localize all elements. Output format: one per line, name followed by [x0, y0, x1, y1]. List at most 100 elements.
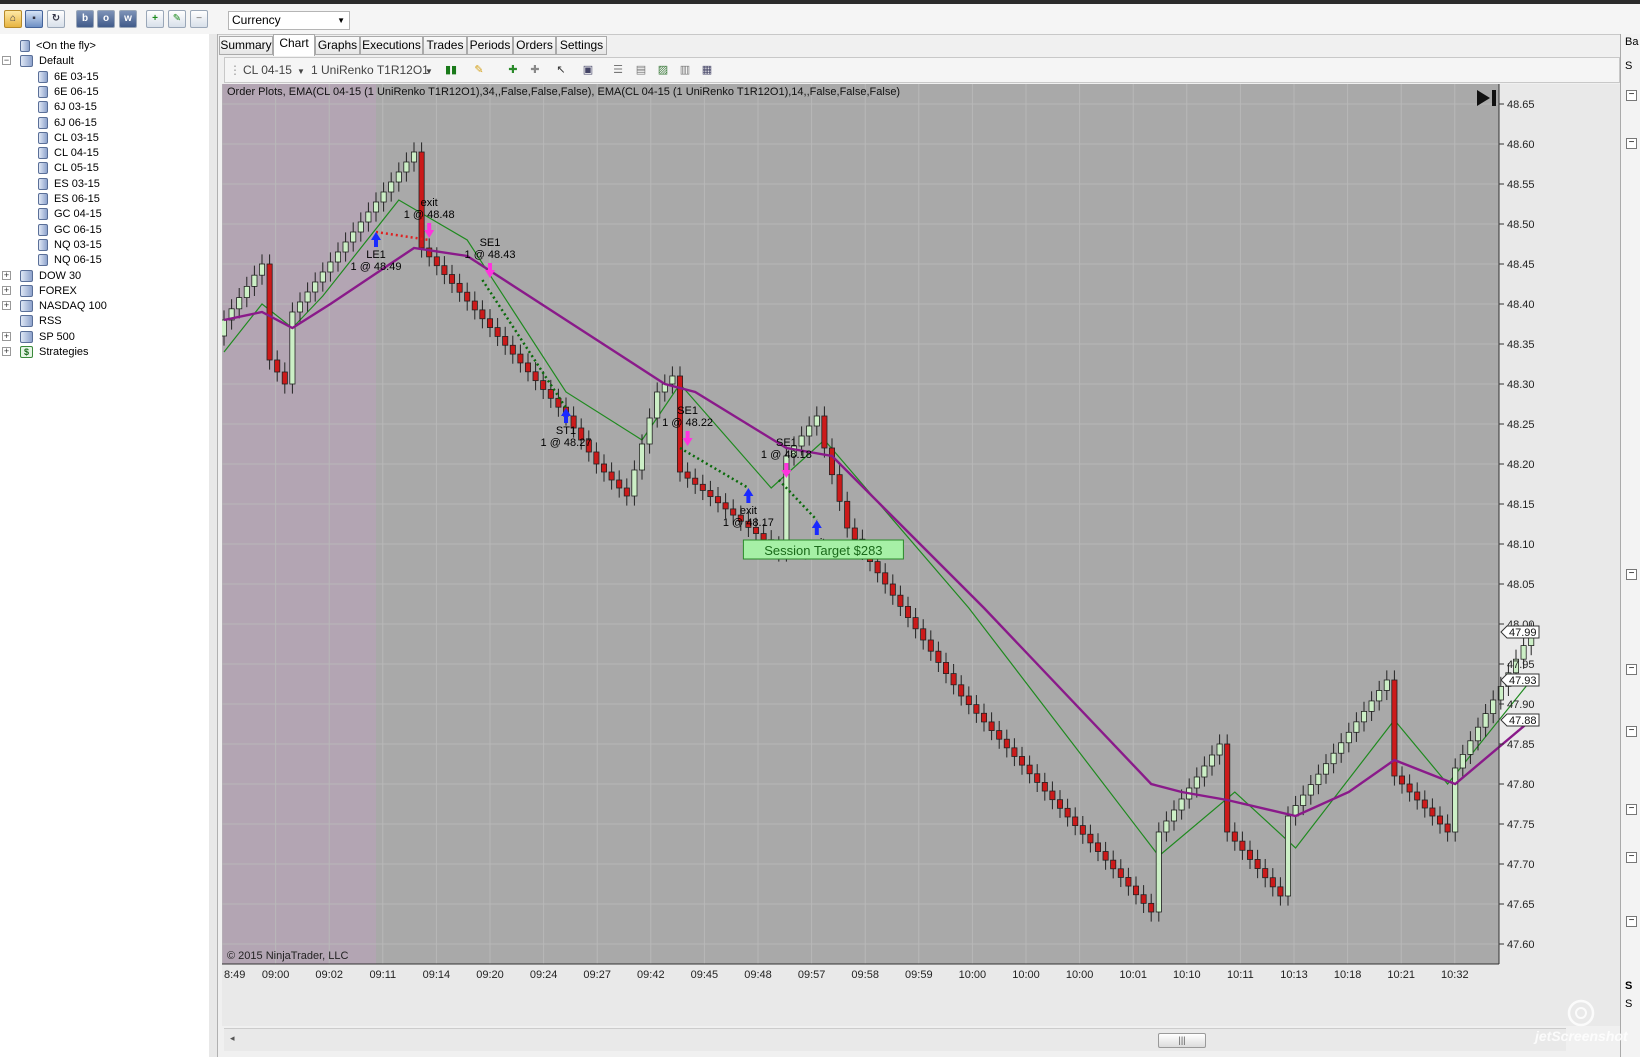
- candle-up[interactable]: [395, 171, 402, 183]
- candle-down[interactable]: [1095, 842, 1102, 852]
- candle-down[interactable]: [1087, 833, 1094, 844]
- candle-up[interactable]: [297, 301, 304, 313]
- candle-down[interactable]: [274, 359, 281, 373]
- candle-up[interactable]: [1155, 831, 1162, 913]
- candle-down[interactable]: [1239, 840, 1246, 851]
- tab-trades[interactable]: Trades: [423, 36, 467, 55]
- candle-down[interactable]: [1406, 783, 1413, 793]
- tree-item[interactable]: 6E 03-15: [38, 69, 99, 85]
- b-icon[interactable]: b: [76, 10, 94, 28]
- candle-up[interactable]: [1338, 742, 1345, 754]
- candle-up[interactable]: [1490, 699, 1497, 715]
- tab-periods[interactable]: Periods: [467, 36, 513, 55]
- candle-down[interactable]: [973, 704, 980, 714]
- candle-up[interactable]: [646, 417, 653, 445]
- candle-down[interactable]: [912, 617, 919, 630]
- pointer-icon[interactable]: ↖: [553, 63, 569, 78]
- candle-down[interactable]: [988, 721, 995, 731]
- candle-down[interactable]: [616, 479, 623, 489]
- candle-down[interactable]: [1003, 738, 1010, 749]
- candle-down[interactable]: [623, 487, 630, 497]
- candle-down[interactable]: [874, 561, 881, 574]
- tree-item[interactable]: + DOW 30: [2, 268, 81, 284]
- candle-down[interactable]: [760, 533, 767, 541]
- candle-up[interactable]: [388, 181, 395, 193]
- candle-down[interactable]: [684, 471, 691, 479]
- chart-style-icon[interactable]: ▮▮: [443, 63, 459, 78]
- candle-down[interactable]: [540, 380, 547, 390]
- candle-down[interactable]: [486, 318, 493, 328]
- candle-down[interactable]: [829, 447, 836, 476]
- data-box-icon[interactable]: ▣: [580, 63, 596, 78]
- candle-down[interactable]: [547, 389, 554, 399]
- candle-up[interactable]: [1383, 679, 1390, 691]
- currency-dropdown[interactable]: Currency ▼: [228, 11, 350, 30]
- candle-up[interactable]: [403, 161, 410, 173]
- jump-to-end-icon[interactable]: [1492, 90, 1496, 106]
- properties-icon[interactable]: ▤: [633, 63, 649, 78]
- candle-down[interactable]: [1125, 877, 1132, 887]
- candle-down[interactable]: [456, 282, 463, 293]
- indicators-icon[interactable]: ▨: [655, 63, 671, 78]
- candle-down[interactable]: [1262, 868, 1269, 879]
- candle-up[interactable]: [1163, 820, 1170, 833]
- collapse-icon[interactable]: −: [2, 56, 11, 66]
- candle-down[interactable]: [1269, 877, 1276, 888]
- expand-icon[interactable]: +: [2, 270, 11, 280]
- candle-up[interactable]: [813, 415, 820, 427]
- candle-up[interactable]: [1459, 754, 1466, 769]
- candle-down[interactable]: [1057, 799, 1064, 809]
- collapse-icon[interactable]: −: [1626, 804, 1637, 815]
- candle-down[interactable]: [730, 508, 737, 516]
- candle-down[interactable]: [509, 344, 516, 355]
- tree-item[interactable]: NQ 03-15: [38, 237, 102, 253]
- chevron-down-icon[interactable]: ▼: [425, 67, 433, 76]
- candle-up[interactable]: [1315, 773, 1322, 786]
- candle-up[interactable]: [1345, 731, 1352, 744]
- candle-down[interactable]: [692, 477, 699, 485]
- candle-up[interactable]: [1285, 815, 1292, 897]
- tree-item[interactable]: CL 03-15: [38, 130, 99, 146]
- candle-up[interactable]: [1482, 713, 1489, 728]
- candle-up[interactable]: [798, 435, 805, 447]
- strategies-icon[interactable]: ▥: [677, 63, 693, 78]
- candle-down[interactable]: [1049, 790, 1056, 801]
- candle-up[interactable]: [1178, 798, 1185, 811]
- candle-down[interactable]: [920, 628, 927, 641]
- candle-down[interactable]: [593, 451, 600, 465]
- candle-up[interactable]: [380, 191, 387, 203]
- candle-up[interactable]: [342, 241, 349, 253]
- candle-down[interactable]: [821, 415, 828, 449]
- candle-up[interactable]: [335, 251, 342, 263]
- candle-up[interactable]: [1300, 794, 1307, 806]
- candle-down[interactable]: [441, 265, 448, 275]
- tree-item[interactable]: + NASDAQ 100: [2, 298, 107, 314]
- candle-down[interactable]: [943, 662, 950, 675]
- candle-up[interactable]: [1376, 690, 1383, 702]
- candle-up[interactable]: [327, 261, 334, 273]
- candle-down[interactable]: [266, 263, 273, 361]
- candle-up[interactable]: [1361, 710, 1368, 723]
- candle-up[interactable]: [289, 311, 296, 385]
- templates-icon[interactable]: ▦: [699, 63, 715, 78]
- candle-down[interactable]: [524, 362, 531, 373]
- collapse-icon[interactable]: −: [1626, 569, 1637, 580]
- candle-up[interactable]: [669, 375, 676, 385]
- candle-down[interactable]: [851, 527, 858, 540]
- candle-down[interactable]: [1421, 799, 1428, 809]
- candle-up[interactable]: [319, 271, 326, 283]
- edit-icon[interactable]: ✎: [168, 10, 186, 28]
- candle-down[interactable]: [502, 336, 509, 346]
- w-icon[interactable]: w: [119, 10, 137, 28]
- candle-up[interactable]: [1330, 752, 1337, 765]
- candle-down[interactable]: [1064, 807, 1071, 818]
- candle-up[interactable]: [222, 319, 227, 337]
- tree-item[interactable]: + FOREX: [2, 283, 77, 299]
- tree-item[interactable]: + $ Strategies: [2, 344, 89, 360]
- candle-down[interactable]: [905, 606, 912, 619]
- candle-down[interactable]: [1399, 775, 1406, 785]
- candle-down[interactable]: [889, 583, 896, 596]
- tab-settings[interactable]: Settings: [556, 36, 607, 55]
- candle-down[interactable]: [433, 256, 440, 267]
- candle-down[interactable]: [1133, 885, 1140, 896]
